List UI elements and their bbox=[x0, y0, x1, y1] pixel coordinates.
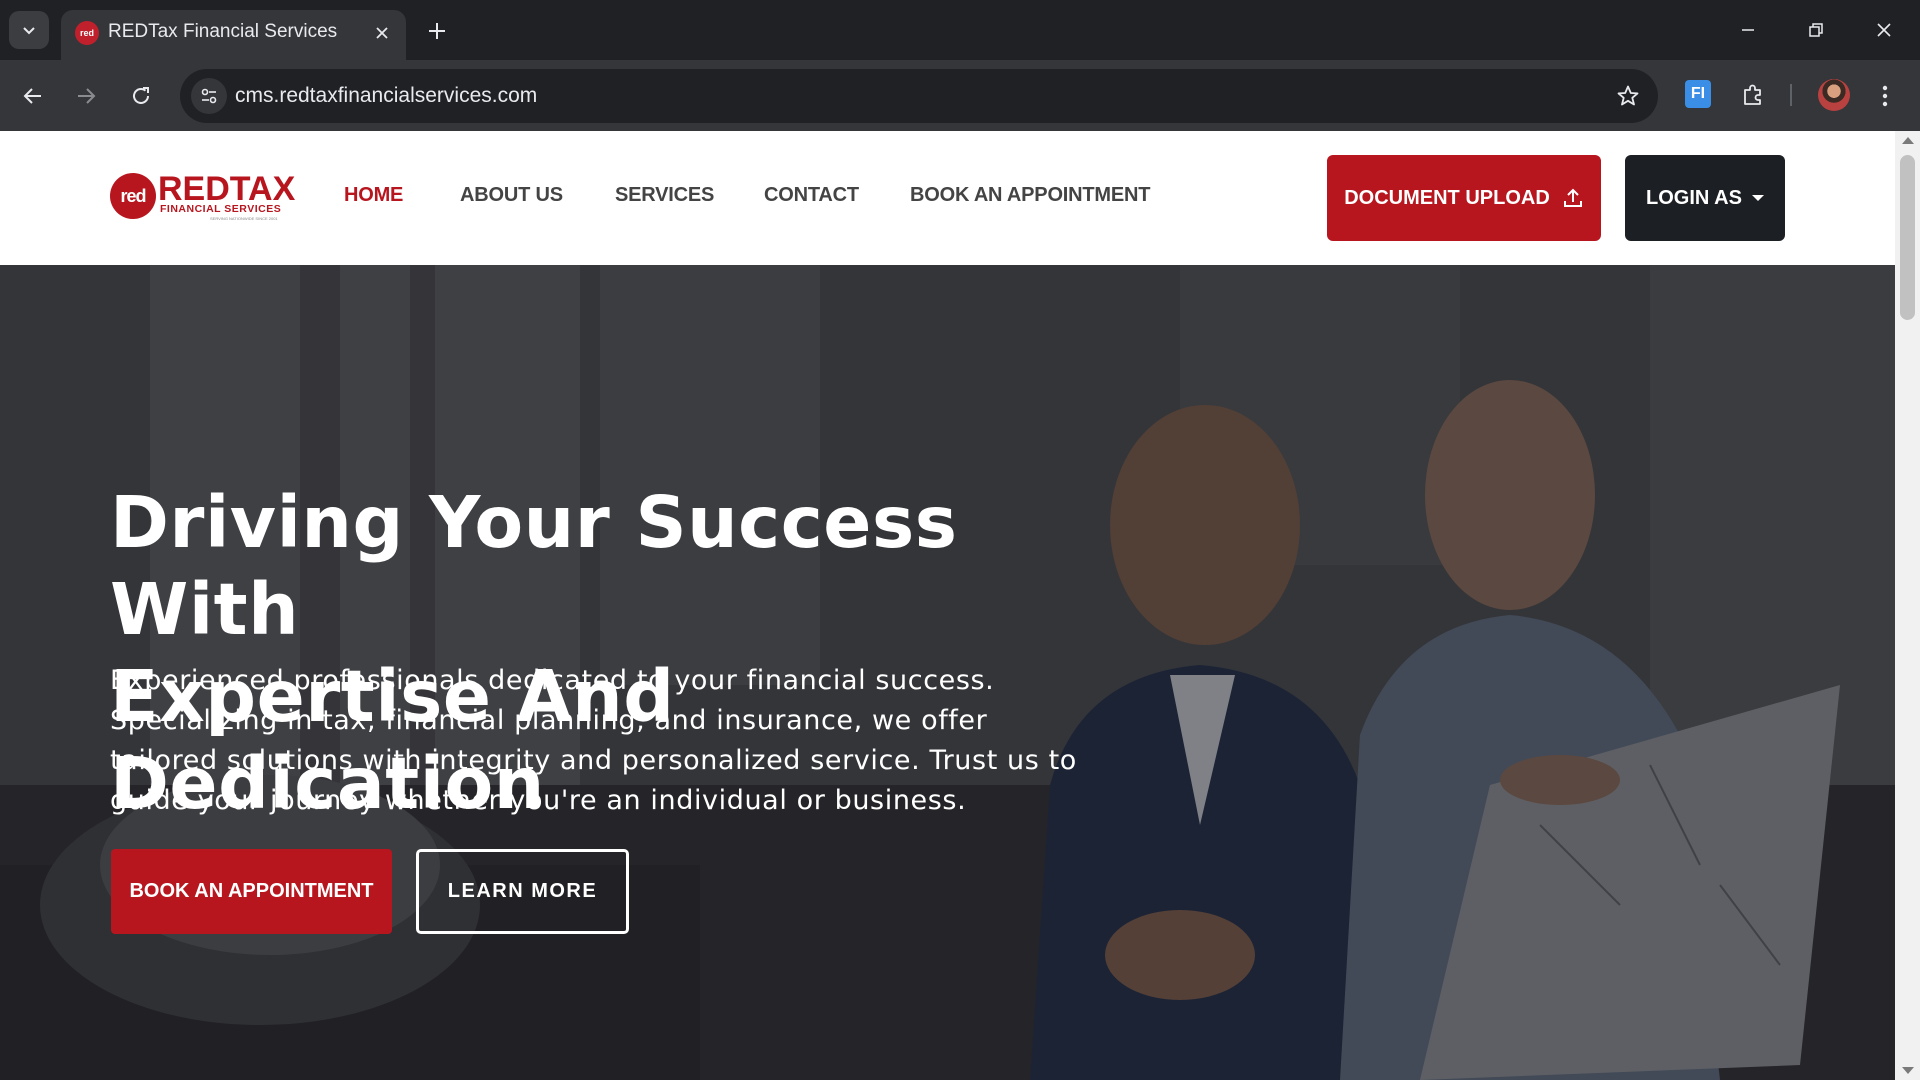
favicon-icon: red bbox=[75, 21, 99, 45]
back-button[interactable] bbox=[13, 76, 53, 116]
logo-subtitle: FINANCIAL SERVICES bbox=[160, 203, 282, 215]
site-header: red REDTAX FINANCIAL SERVICES SERVING NA… bbox=[0, 131, 1895, 265]
star-icon bbox=[1617, 85, 1639, 106]
hero-text-line2: Specializing in tax, financial planning,… bbox=[110, 705, 988, 736]
learn-more-button[interactable]: LEARN MORE bbox=[416, 849, 629, 934]
book-appointment-button[interactable]: BOOK AN APPOINTMENT bbox=[111, 849, 392, 934]
scroll-down-arrow-icon[interactable] bbox=[1902, 1067, 1914, 1074]
hero-description: Experienced professionals dedicated to y… bbox=[110, 661, 1080, 821]
hero-text-line1: Experienced professionals dedicated to y… bbox=[110, 665, 995, 696]
extension-fi-icon[interactable]: FI bbox=[1685, 80, 1711, 108]
browser-menu-button[interactable] bbox=[1870, 78, 1900, 114]
document-upload-label: DOCUMENT UPLOAD bbox=[1344, 186, 1550, 209]
plus-icon bbox=[429, 23, 445, 39]
url-text: cms.redtaxfinancialservices.com bbox=[235, 84, 538, 107]
address-bar[interactable]: cms.redtaxfinancialservices.com bbox=[180, 69, 1658, 123]
browser-tab[interactable]: red REDTax Financial Services bbox=[61, 10, 406, 60]
site-info-button[interactable] bbox=[191, 78, 227, 114]
forward-button[interactable] bbox=[66, 76, 106, 116]
extensions-button[interactable] bbox=[1736, 78, 1770, 112]
page-viewport: red REDTAX FINANCIAL SERVICES SERVING NA… bbox=[0, 131, 1895, 1080]
bookmark-button[interactable] bbox=[1612, 80, 1644, 112]
hero-title-line1: Driving Your Success With bbox=[110, 481, 958, 651]
logo-tagline: SERVING NATIONWIDE SINCE 2001 bbox=[210, 216, 278, 221]
upload-icon bbox=[1563, 188, 1582, 207]
tab-close-button[interactable] bbox=[370, 21, 394, 45]
scrollbar-thumb[interactable] bbox=[1900, 155, 1915, 320]
minimize-button[interactable] bbox=[1724, 10, 1772, 50]
page-scrollbar[interactable] bbox=[1895, 131, 1920, 1080]
tune-icon bbox=[201, 88, 217, 104]
browser-toolbar: cms.redtaxfinancialservices.com FI bbox=[0, 60, 1920, 131]
new-tab-button[interactable] bbox=[420, 14, 454, 48]
tab-search-button[interactable] bbox=[9, 11, 49, 49]
reload-button[interactable] bbox=[121, 76, 161, 116]
restore-icon bbox=[1809, 23, 1823, 37]
nav-book-appointment[interactable]: BOOK AN APPOINTMENT bbox=[910, 184, 1150, 207]
scroll-up-arrow-icon[interactable] bbox=[1902, 137, 1914, 144]
restore-button[interactable] bbox=[1792, 10, 1840, 50]
nav-home[interactable]: HOME bbox=[344, 184, 403, 207]
hero-text-line3: tailored solutions with integrity and pe… bbox=[110, 745, 1077, 776]
browser-tab-bar: red REDTax Financial Services bbox=[0, 0, 1920, 60]
close-icon bbox=[376, 27, 388, 39]
close-window-button[interactable] bbox=[1860, 10, 1908, 50]
hero-section: Driving Your Success With Expertise And … bbox=[0, 265, 1895, 1080]
nav-services[interactable]: SERVICES bbox=[615, 184, 714, 207]
arrow-right-icon bbox=[78, 88, 96, 104]
toolbar-divider bbox=[1790, 84, 1792, 106]
logo-badge: red bbox=[110, 173, 156, 219]
nav-contact[interactable]: CONTACT bbox=[764, 184, 859, 207]
minimize-icon bbox=[1742, 29, 1754, 31]
logo-wordmark: REDTAX bbox=[158, 170, 296, 208]
puzzle-icon bbox=[1744, 84, 1761, 105]
close-icon bbox=[1877, 23, 1891, 37]
arrow-left-icon bbox=[23, 88, 41, 104]
hero-text-line4: guide your journey whether you're an ind… bbox=[110, 785, 967, 816]
site-logo[interactable]: red REDTAX FINANCIAL SERVICES SERVING NA… bbox=[110, 171, 295, 223]
document-upload-button[interactable]: DOCUMENT UPLOAD bbox=[1327, 155, 1601, 241]
more-vertical-icon bbox=[1882, 85, 1888, 107]
nav-about-us[interactable]: ABOUT US bbox=[460, 184, 563, 207]
login-as-label: LOGIN AS bbox=[1646, 186, 1742, 209]
caret-down-icon bbox=[1751, 195, 1764, 201]
tab-title: REDTax Financial Services bbox=[108, 21, 338, 42]
chevron-down-icon bbox=[23, 27, 35, 35]
login-as-dropdown[interactable]: LOGIN AS bbox=[1625, 155, 1785, 241]
reload-icon bbox=[133, 87, 149, 104]
profile-avatar[interactable] bbox=[1818, 79, 1850, 111]
